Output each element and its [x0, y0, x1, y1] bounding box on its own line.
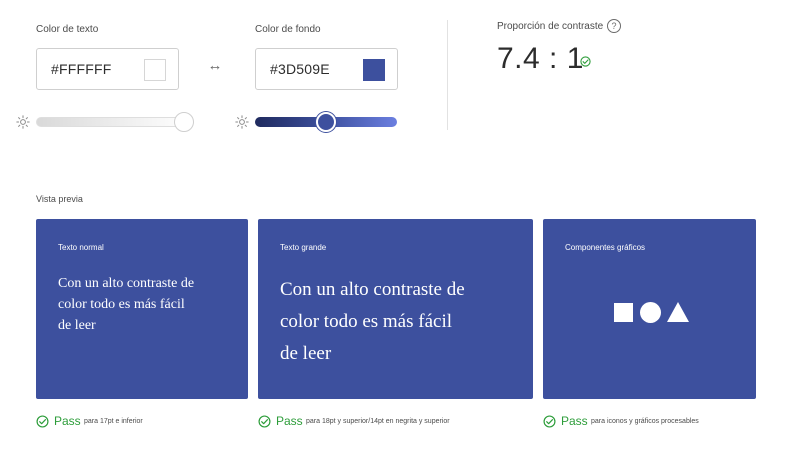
card-title: Componentes gráficos	[565, 243, 646, 252]
background-color-label: Color de fondo	[255, 24, 321, 35]
pass-description: para 18pt y superior/14pt en negrita y s…	[306, 418, 450, 425]
card-text-line: Con un alto contraste de	[58, 276, 195, 291]
help-icon[interactable]: ?	[607, 19, 621, 33]
card-sample-text: Con un alto contraste de color todo es m…	[58, 273, 194, 336]
background-color-slider-handle[interactable]	[316, 112, 336, 132]
card-text-line: color todo es más fácil	[280, 311, 453, 332]
check-circle-icon	[36, 415, 49, 428]
card-text-line: de leer	[280, 343, 332, 364]
brightness-sun-icon	[16, 115, 30, 129]
card-title: Texto normal	[58, 243, 104, 252]
section-divider	[447, 20, 448, 130]
preview-label: Vista previa	[36, 194, 83, 204]
swap-horizontal-icon[interactable]: ↔	[205, 58, 225, 74]
card-text-line: color todo es más fácil	[58, 297, 185, 312]
card-text-line: de leer	[58, 318, 96, 333]
contrast-ratio-value: 7.4 : 1	[497, 42, 584, 75]
text-color-field[interactable]: #FFFFFF	[36, 48, 179, 90]
preview-card-normal-text: Texto normal Con un alto contraste de co…	[36, 219, 248, 399]
text-color-label: Color de texto	[36, 24, 99, 35]
preview-card-graphic-components: Componentes gráficos	[543, 219, 756, 399]
contrast-ratio-label: Proporción de contraste	[497, 21, 604, 32]
pass-description: para iconos y gráficos procesables	[591, 418, 699, 425]
pass-status: Pass	[276, 414, 303, 428]
circle-shape-icon	[640, 302, 661, 323]
brightness-sun-icon	[235, 115, 249, 129]
preview-card-large-text: Texto grande Con un alto contraste de co…	[258, 219, 533, 399]
square-shape-icon	[614, 303, 633, 322]
text-color-hex-input[interactable]: #FFFFFF	[51, 61, 112, 77]
text-color-brightness-slider[interactable]	[36, 117, 192, 127]
card-text-line: Con un alto contraste de	[280, 279, 465, 300]
check-circle-icon	[580, 56, 591, 67]
contrast-checker: Color de texto #FFFFFF ↔ Color de fondo …	[0, 0, 810, 461]
pass-status: Pass	[561, 414, 588, 428]
check-circle-icon	[543, 415, 556, 428]
triangle-shape-icon	[667, 302, 689, 322]
check-circle-icon	[258, 415, 271, 428]
text-color-slider-handle[interactable]	[174, 112, 194, 132]
background-color-field[interactable]: #3D509E	[255, 48, 398, 90]
background-color-hex-input[interactable]: #3D509E	[270, 61, 330, 77]
background-color-swatch[interactable]	[363, 59, 385, 81]
card-title: Texto grande	[280, 243, 327, 252]
pass-description: para 17pt e inferior	[84, 418, 143, 425]
text-color-swatch[interactable]	[144, 59, 166, 81]
card-sample-text: Con un alto contraste de color todo es m…	[280, 274, 465, 370]
pass-status: Pass	[54, 414, 81, 428]
